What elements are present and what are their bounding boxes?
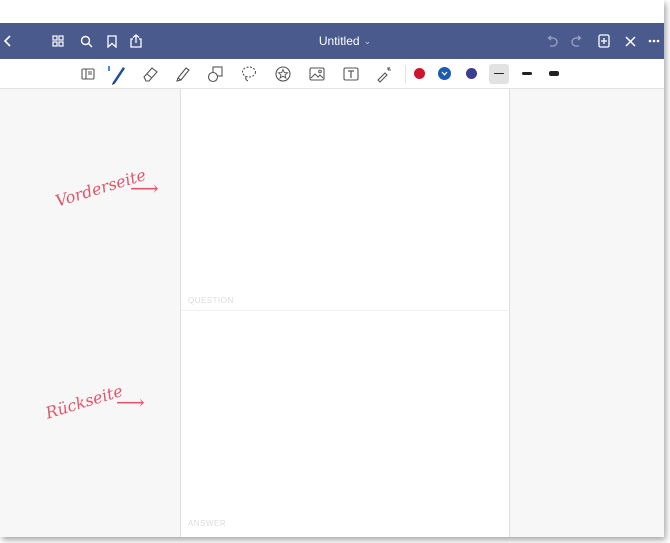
grid-icon[interactable] xyxy=(48,23,68,59)
document-title-text: Untitled xyxy=(318,34,360,48)
share-icon[interactable] xyxy=(126,23,146,59)
toolbar-divider xyxy=(405,59,406,88)
stroke-width-medium[interactable] xyxy=(516,59,538,88)
app-window: Untitled ⌄ QUESTION ANSWER Vorderseite ⟶… xyxy=(0,0,664,537)
search-icon[interactable] xyxy=(76,23,96,59)
stroke-width-thick[interactable] xyxy=(543,59,565,88)
add-page-icon[interactable] xyxy=(594,23,614,59)
answer-label: ANSWER xyxy=(188,519,227,528)
title-bar: Untitled ⌄ xyxy=(0,23,664,59)
title-chevron-icon: ⌄ xyxy=(363,35,372,46)
color-dot-blue-selected xyxy=(437,67,451,80)
redo-icon[interactable] xyxy=(567,23,587,59)
card-divider xyxy=(181,310,509,311)
document-title[interactable]: Untitled ⌄ xyxy=(300,23,390,59)
color-swatch-red[interactable] xyxy=(410,59,428,88)
pen-icon[interactable] xyxy=(105,59,129,88)
lasso-icon[interactable] xyxy=(238,59,260,88)
back-side-annotation: Rückseite xyxy=(43,381,125,423)
color-dot-indigo xyxy=(465,68,477,79)
color-swatch-blue[interactable] xyxy=(434,59,454,88)
laser-pointer-icon[interactable] xyxy=(373,59,395,88)
status-strip xyxy=(0,0,664,23)
back-chevron-icon[interactable] xyxy=(0,23,16,59)
question-label: QUESTION xyxy=(188,296,234,305)
page-view-icon[interactable] xyxy=(78,59,98,88)
undo-icon[interactable] xyxy=(541,23,561,59)
shapes-icon[interactable] xyxy=(205,59,227,88)
bookmark-icon[interactable] xyxy=(102,23,122,59)
stroke-width-thin[interactable] xyxy=(488,59,510,88)
stroke-width-thin-selected xyxy=(489,63,509,84)
back-arrow: ⟶ xyxy=(116,390,145,414)
more-icon[interactable] xyxy=(646,23,662,59)
tool-bar xyxy=(0,59,664,89)
color-swatch-indigo[interactable] xyxy=(462,59,480,88)
stroke-thick-line xyxy=(549,71,559,76)
highlighter-icon[interactable] xyxy=(172,59,194,88)
image-icon[interactable] xyxy=(306,59,328,88)
stroke-thin-line xyxy=(494,72,504,75)
eraser-icon[interactable] xyxy=(139,59,161,88)
front-arrow: ⟶ xyxy=(130,176,159,200)
stroke-medium-line xyxy=(522,72,532,75)
sticker-icon[interactable] xyxy=(272,59,294,88)
close-icon[interactable] xyxy=(620,23,640,59)
color-dot-red xyxy=(413,68,425,79)
text-icon[interactable] xyxy=(340,59,362,88)
flashcard-page[interactable]: QUESTION ANSWER xyxy=(180,89,510,537)
